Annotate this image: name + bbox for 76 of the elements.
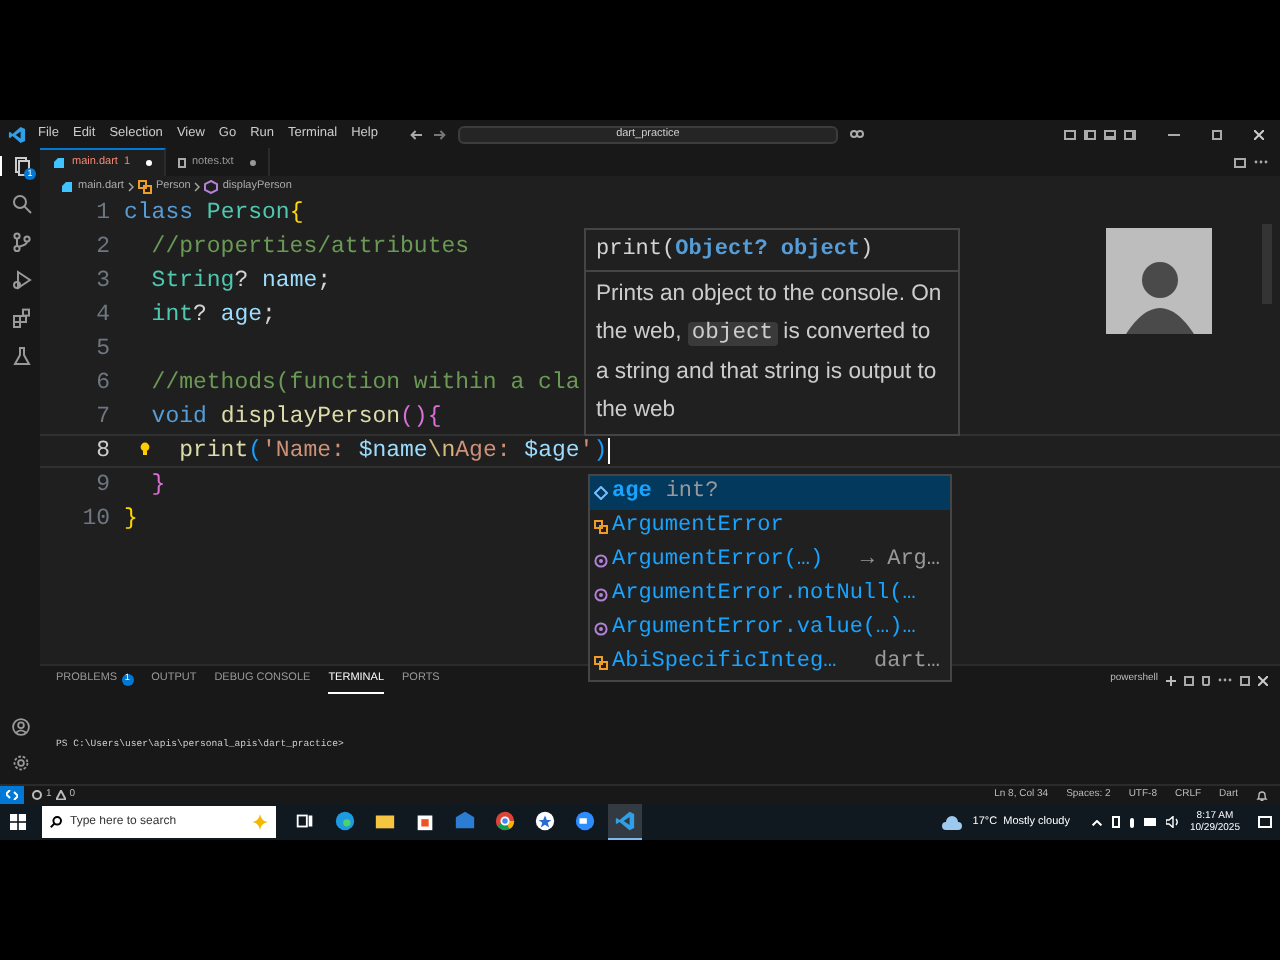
dart-file-icon — [52, 156, 66, 170]
constructor-icon — [594, 554, 608, 568]
text-cursor — [607, 438, 610, 464]
maximize-icon[interactable] — [1212, 129, 1222, 139]
code-line: //properties/attributes — [151, 231, 470, 264]
cloud-icon — [942, 815, 963, 829]
search-icon — [50, 816, 62, 828]
line-number: 5 — [96, 333, 110, 366]
class-icon — [137, 179, 152, 193]
code-line: print('Name: $name\nAge: $age') — [179, 435, 608, 468]
forward-arrow-icon[interactable] — [433, 129, 446, 139]
split-terminal-icon[interactable] — [1184, 675, 1194, 685]
app-logo-icon — [8, 125, 26, 143]
line-number: 3 — [96, 265, 110, 298]
documentation-text: Prints an object to the console. On the web, object is converted to a string and that string is output to the web — [594, 280, 944, 426]
line-number: 2 — [96, 231, 110, 264]
error-icon — [32, 790, 42, 800]
line-number: 8 — [96, 435, 110, 468]
remote-button[interactable] — [0, 786, 24, 804]
maximize-panel-icon[interactable] — [1240, 675, 1250, 685]
code-line: void displayPerson(){ — [151, 401, 442, 434]
close-icon[interactable] — [1254, 129, 1264, 139]
chevron-up-icon[interactable] — [1091, 819, 1102, 825]
line-number: 1 — [96, 197, 110, 230]
microphone-icon[interactable] — [1129, 817, 1134, 827]
network-icon[interactable] — [1143, 818, 1156, 826]
copilot-icon[interactable] — [849, 128, 864, 140]
chevron-icon — [127, 181, 134, 191]
notification-icon[interactable] — [1258, 816, 1272, 828]
code-line: } — [124, 503, 138, 536]
lightbulb-icon[interactable] — [140, 442, 150, 456]
code-line: //methods(function within a cla — [151, 367, 580, 400]
minimize-icon[interactable] — [1168, 133, 1180, 135]
settings-icon[interactable] — [11, 754, 29, 772]
class-icon — [594, 520, 608, 534]
warning-icon — [55, 790, 66, 800]
line-number: 6 — [96, 367, 110, 400]
sparkle-icon — [252, 814, 268, 830]
secondary-sidebar-icon[interactable] — [1124, 129, 1136, 139]
line-number: 10 — [82, 503, 110, 536]
text-file-icon — [178, 157, 186, 167]
suggestion-item[interactable]: ArgumentError.notNull(… — [590, 578, 950, 612]
constructor-icon — [594, 622, 608, 636]
line-number: 7 — [96, 401, 110, 434]
split-editor-icon[interactable] — [1234, 157, 1246, 167]
code-line: int? age; — [151, 299, 276, 332]
suggestion-item[interactable]: ArgumentError.value(…)… — [590, 612, 950, 646]
bell-icon[interactable] — [1256, 789, 1268, 801]
battery-icon[interactable] — [1111, 816, 1120, 828]
trash-icon[interactable] — [1202, 675, 1210, 685]
suggestion-item[interactable]: age int? — [590, 476, 950, 510]
constructor-icon — [594, 588, 608, 602]
suggestion-item[interactable]: AbiSpecificInteg… dart… — [590, 646, 950, 680]
class-icon — [594, 656, 608, 670]
suggestion-item[interactable]: ArgumentError(…) → Arg… — [590, 544, 950, 578]
chevron-icon — [194, 181, 201, 191]
function-signature: print(Object? object) — [596, 235, 874, 266]
method-icon — [204, 179, 219, 193]
windows-start-icon[interactable] — [10, 814, 26, 830]
add-terminal-icon[interactable] — [1166, 675, 1176, 685]
code-line: } — [151, 469, 166, 502]
close-icon[interactable] — [1258, 675, 1268, 685]
sidebar-toggle-icon[interactable] — [1084, 129, 1096, 139]
volume-icon[interactable] — [1165, 816, 1180, 828]
account-icon[interactable] — [11, 718, 29, 736]
line-number: 4 — [96, 299, 110, 332]
vscode-icon[interactable] — [608, 804, 642, 840]
back-arrow-icon[interactable] — [409, 129, 422, 139]
remote-icon — [6, 790, 18, 800]
layout-icon[interactable] — [1064, 129, 1076, 139]
code-line: class Person{ — [124, 197, 304, 230]
code-line: String? name; — [151, 265, 332, 298]
suggestion-item[interactable]: ArgumentError — [590, 510, 950, 544]
field-icon — [594, 486, 608, 500]
panel-toggle-icon[interactable] — [1104, 129, 1116, 139]
line-number: 9 — [96, 469, 110, 502]
